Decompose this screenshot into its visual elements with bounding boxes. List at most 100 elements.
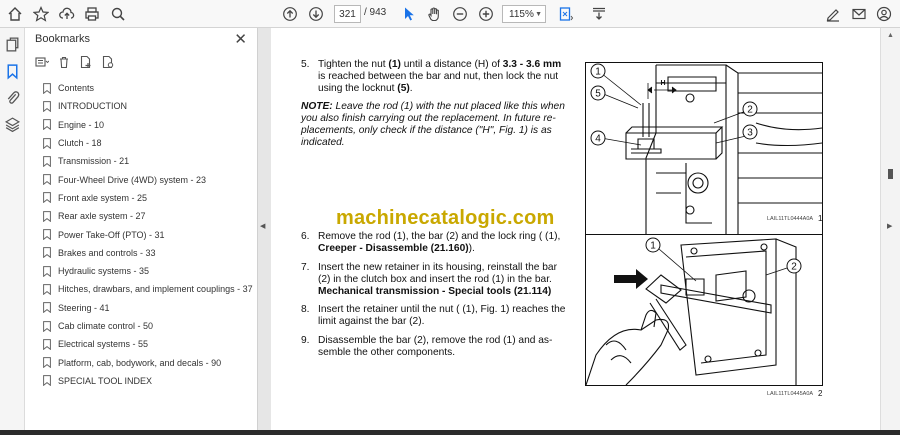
sign-icon[interactable] bbox=[822, 3, 844, 25]
bookmark-icon bbox=[43, 357, 51, 369]
note-label: NOTE: bbox=[301, 101, 333, 112]
bookmark-icon[interactable] bbox=[4, 63, 21, 80]
zoom-in-icon[interactable] bbox=[475, 3, 497, 25]
step-5-period: . bbox=[409, 83, 413, 94]
bookmark-label: SPECIAL TOOL INDEX bbox=[58, 375, 153, 386]
bookmark-item[interactable]: Electrical systems - 55 bbox=[43, 335, 253, 353]
figure-1-number: 1 bbox=[818, 214, 823, 223]
bookmark-label: Power Take-Off (PTO) - 31 bbox=[58, 229, 165, 240]
bookmark-icon bbox=[43, 82, 51, 94]
bookmark-item[interactable]: Transmission - 21 bbox=[43, 152, 253, 170]
fig1-callout-3: 3 bbox=[747, 128, 753, 139]
mail-icon[interactable] bbox=[848, 3, 870, 25]
add-bookmark-icon[interactable] bbox=[79, 55, 93, 69]
fig1-callout-5: 5 bbox=[595, 89, 601, 100]
bookmark-label: Rear axle system - 27 bbox=[58, 211, 146, 222]
document-page: 5. Tighten the nut (1) until a distance … bbox=[271, 28, 880, 435]
print-icon[interactable] bbox=[81, 3, 103, 25]
bookmark-settings-icon[interactable] bbox=[101, 55, 115, 69]
home-icon[interactable] bbox=[4, 3, 26, 25]
bookmark-label: Platform, cab, bodywork, and decals - 90 bbox=[58, 357, 222, 368]
fig1-callout-4: 4 bbox=[595, 134, 601, 145]
step-7-number: 7. bbox=[301, 262, 310, 273]
bookmark-icon bbox=[43, 229, 51, 241]
step-8-line-2: limit against the bar (2). bbox=[318, 316, 425, 327]
bookmark-item[interactable]: Cab climate control - 50 bbox=[43, 317, 253, 335]
bookmark-item[interactable]: Power Take-Off (PTO) - 31 bbox=[43, 225, 253, 243]
scroll-up-arrow-icon[interactable]: ▲ bbox=[887, 32, 894, 39]
delete-icon[interactable] bbox=[57, 55, 71, 69]
paperclip-icon[interactable] bbox=[4, 89, 21, 106]
step-5-distance: 3.3 - 3.6 mm bbox=[502, 59, 562, 70]
fig2-callout-1: 1 bbox=[650, 241, 656, 252]
scroll-icon[interactable] bbox=[588, 3, 610, 25]
figure-2-number: 2 bbox=[818, 389, 823, 398]
page-total: / 943 bbox=[364, 7, 387, 18]
vertical-scrollbar[interactable]: ▲ bbox=[880, 28, 900, 435]
figure-2: 1 2 bbox=[585, 234, 823, 386]
bookmark-item[interactable]: Contents bbox=[43, 79, 253, 97]
step-5-ref-1: (1) bbox=[388, 59, 401, 70]
bookmark-icon bbox=[43, 247, 51, 259]
panel-toolbar bbox=[35, 55, 115, 71]
step-6-link[interactable]: Creeper - Disassemble (21.160) bbox=[318, 243, 469, 254]
bookmark-item[interactable]: Engine - 10 bbox=[43, 116, 253, 134]
bookmark-item[interactable]: INTRODUCTION bbox=[43, 97, 253, 115]
bookmark-label: Cab climate control - 50 bbox=[58, 321, 154, 331]
options-menu-icon[interactable] bbox=[35, 55, 49, 69]
left-rail bbox=[0, 28, 25, 435]
note-line-1: NOTE: Leave the rod (1) with the nut pla… bbox=[301, 101, 565, 113]
star-icon[interactable] bbox=[30, 3, 52, 25]
scroll-thumb[interactable] bbox=[888, 169, 893, 179]
bookmark-icon bbox=[43, 137, 51, 149]
arrow-up-circle-icon[interactable] bbox=[279, 3, 301, 25]
step-6-number: 6. bbox=[301, 231, 310, 242]
bookmark-icon bbox=[43, 284, 51, 296]
step-5-line-2: is reached between the bar and nut, then… bbox=[318, 71, 559, 82]
bookmark-item[interactable]: Hitches, drawbars, and implement couplin… bbox=[43, 280, 253, 298]
hand-icon[interactable] bbox=[423, 3, 445, 25]
zoom-select[interactable]: 115% ▼ bbox=[502, 5, 546, 23]
bookmark-icon bbox=[43, 210, 51, 223]
bookmark-icon bbox=[43, 192, 51, 204]
bookmark-item[interactable]: Brakes and controls - 33 bbox=[43, 244, 253, 262]
collapse-panel-right-icon[interactable]: ▶ bbox=[887, 222, 892, 230]
bookmark-item[interactable]: Four-Wheel Drive (4WD) system - 23 bbox=[43, 170, 253, 188]
step-9-line-2: semble the other components. bbox=[318, 347, 456, 358]
bookmark-icon bbox=[43, 302, 51, 314]
zoom-out-icon[interactable] bbox=[449, 3, 471, 25]
step-7-line-1: Insert the new retainer in its housing, … bbox=[318, 262, 557, 273]
collapse-panel-left-icon[interactable]: ◀ bbox=[260, 222, 265, 230]
bookmark-item[interactable]: Front axle system - 25 bbox=[43, 189, 253, 207]
zoom-search-icon[interactable] bbox=[107, 3, 129, 25]
bookmark-item[interactable]: Steering - 41 bbox=[43, 299, 253, 317]
page-number-input[interactable]: 321 bbox=[334, 5, 361, 23]
bookmark-icon bbox=[43, 265, 51, 277]
step-6-line-1: Remove the rod (1), the bar (2) and the … bbox=[318, 231, 561, 242]
arrow-down-circle-icon[interactable] bbox=[305, 3, 327, 25]
account-icon[interactable] bbox=[873, 3, 895, 25]
cloud-upload-icon[interactable] bbox=[56, 3, 78, 25]
step-8-number: 8. bbox=[301, 304, 310, 315]
cursor-icon[interactable] bbox=[398, 3, 420, 25]
bookmark-item[interactable]: Platform, cab, bodywork, and decals - 90 bbox=[43, 353, 253, 371]
bookmark-label: Hitches, drawbars, and implement couplin… bbox=[58, 284, 253, 295]
bookmark-item[interactable]: SPECIAL TOOL INDEX bbox=[43, 372, 253, 390]
step-7-link[interactable]: Mechanical transmission - Special tools … bbox=[318, 286, 551, 298]
bookmark-icon bbox=[43, 375, 51, 387]
layers-icon[interactable] bbox=[4, 116, 21, 133]
step-5-number: 5. bbox=[301, 59, 310, 70]
step-7-line-2: (2) in the clutch box and insert the rod… bbox=[318, 274, 552, 285]
bookmark-list: Contents INTRODUCTION Engine - 10 Clutch - … bbox=[43, 79, 253, 390]
bookmark-label: Transmission - 21 bbox=[58, 156, 130, 167]
figure-1: 1 5 4 2 3 H bbox=[585, 62, 823, 238]
page-thumbnails-icon[interactable] bbox=[4, 36, 21, 53]
bookmark-item[interactable]: Clutch - 18 bbox=[43, 134, 253, 152]
close-icon[interactable]: ✕ bbox=[234, 30, 247, 48]
bookmark-item[interactable]: Hydraulic systems - 35 bbox=[43, 262, 253, 280]
bookmark-item[interactable]: Rear axle system - 27 bbox=[43, 207, 253, 225]
note-line-2: you also finish carrying out the replace… bbox=[301, 113, 556, 124]
bookmark-label: Clutch - 18 bbox=[58, 138, 102, 149]
fig2-callout-2: 2 bbox=[791, 262, 797, 273]
fit-page-icon[interactable] bbox=[555, 3, 577, 25]
